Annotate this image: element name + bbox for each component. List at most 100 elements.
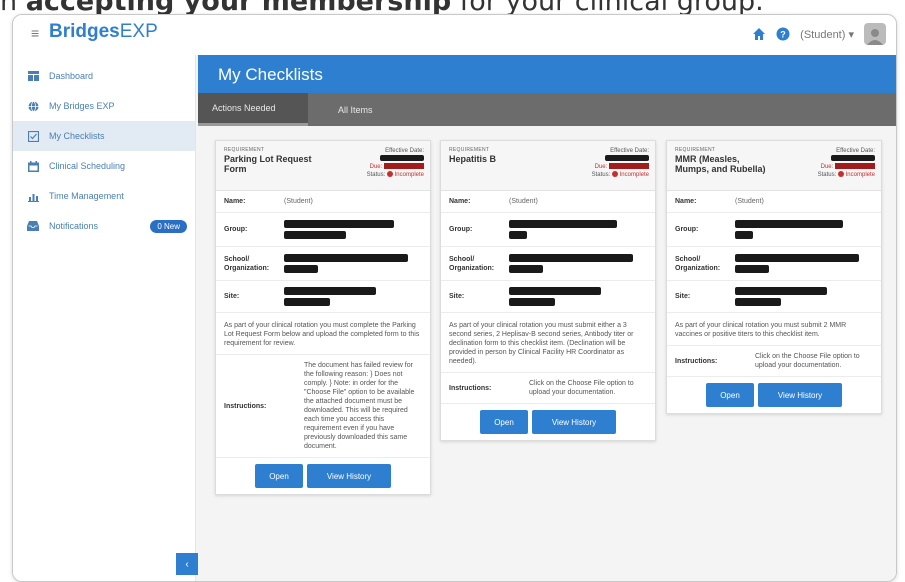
app-window: ≡ BridgesEXP ? (Student) ▾ Dashboard My … bbox=[12, 14, 897, 582]
card-header: REQUIREMENT MMR (Measles, Mumps, and Rub… bbox=[667, 141, 881, 191]
redacted-value bbox=[284, 220, 394, 228]
sidebar-item-label: My Bridges EXP bbox=[49, 101, 115, 111]
sidebar-item-clinical-scheduling[interactable]: Clinical Scheduling bbox=[13, 151, 195, 181]
checklist-content: REQUIREMENT Parking Lot Request Form Eff… bbox=[198, 126, 896, 581]
card-actions: Open View History bbox=[441, 404, 655, 440]
status-value: Incomplete bbox=[619, 172, 649, 178]
card-title: Hepatitis B bbox=[449, 154, 497, 164]
tab-actions-needed[interactable]: Actions Needed bbox=[198, 93, 308, 126]
tab-bar: Actions Needed All Items bbox=[198, 93, 896, 126]
sidebar-item-time-management[interactable]: Time Management bbox=[13, 181, 195, 211]
row-site: Site: bbox=[667, 281, 881, 313]
redacted-value bbox=[380, 155, 424, 162]
card-actions: Open View History bbox=[667, 377, 881, 413]
help-icon[interactable]: ? bbox=[776, 27, 790, 41]
card-description: As part of your clinical rotation you mu… bbox=[441, 313, 655, 373]
card-instructions: Instructions: The document has failed rev… bbox=[216, 355, 430, 458]
open-button[interactable]: Open bbox=[255, 464, 303, 488]
card-instructions: Instructions: Click on the Choose File op… bbox=[667, 346, 881, 377]
row-group: Group: bbox=[216, 213, 430, 247]
sidebar-item-label: My Checklists bbox=[49, 131, 105, 141]
card-description: As part of your clinical rotation you mu… bbox=[667, 313, 881, 346]
user-menu[interactable]: (Student) ▾ bbox=[800, 28, 854, 41]
redacted-value bbox=[284, 287, 376, 295]
row-name: Name: (Student) bbox=[667, 191, 881, 213]
user-silhouette-icon bbox=[867, 29, 883, 45]
redacted-value bbox=[831, 155, 875, 162]
globe-icon bbox=[27, 100, 39, 112]
checklist-icon bbox=[27, 130, 39, 142]
redacted-value bbox=[605, 155, 649, 162]
view-history-button[interactable]: View History bbox=[307, 464, 391, 488]
sidebar-item-label: Notifications bbox=[49, 221, 99, 231]
card-meta: Effective Date: Due: Status: Incomplete bbox=[591, 148, 649, 178]
tab-all-items[interactable]: All Items bbox=[324, 93, 387, 126]
row-site: Site: bbox=[441, 281, 655, 313]
redacted-value bbox=[509, 265, 543, 273]
redacted-value bbox=[735, 254, 859, 262]
redacted-value bbox=[509, 220, 617, 228]
home-icon[interactable] bbox=[752, 27, 766, 41]
row-site: Site: bbox=[216, 281, 430, 313]
sidebar-item-label: Dashboard bbox=[49, 71, 94, 81]
row-group: Group: bbox=[441, 213, 655, 247]
avatar[interactable] bbox=[864, 23, 886, 45]
redacted-value bbox=[509, 254, 633, 262]
view-history-button[interactable]: View History bbox=[532, 410, 616, 434]
sidebar: Dashboard My Bridges EXP My Checklists C… bbox=[13, 55, 198, 581]
row-group: Group: bbox=[667, 213, 881, 247]
sidebar-item-dashboard[interactable]: Dashboard bbox=[13, 61, 195, 91]
redacted-value bbox=[384, 163, 424, 170]
view-history-button[interactable]: View History bbox=[758, 383, 842, 407]
sidebar-item-label: Time Management bbox=[49, 191, 124, 201]
redacted-value bbox=[284, 254, 408, 262]
row-school: School/ Organization: bbox=[216, 247, 430, 281]
redacted-value bbox=[735, 220, 843, 228]
redacted-value bbox=[284, 265, 318, 273]
redacted-value bbox=[509, 287, 601, 295]
calendar-icon bbox=[27, 160, 39, 172]
redacted-value bbox=[735, 287, 827, 295]
redacted-value bbox=[735, 298, 781, 306]
row-name: Name: (Student) bbox=[216, 191, 430, 213]
redacted-value bbox=[735, 231, 753, 239]
card-meta: Effective Date: Due: Status: Incomplete bbox=[366, 148, 424, 178]
status-dot-icon bbox=[386, 171, 393, 178]
dashboard-icon bbox=[27, 70, 39, 82]
sidebar-item-notifications[interactable]: Notifications 0 New bbox=[13, 211, 195, 241]
sidebar-item-my-checklists[interactable]: My Checklists bbox=[13, 121, 195, 151]
svg-text:?: ? bbox=[780, 30, 786, 40]
checklist-card: REQUIREMENT Hepatitis B Effective Date: … bbox=[440, 140, 656, 441]
redacted-value bbox=[284, 298, 330, 306]
status-dot-icon bbox=[837, 171, 844, 178]
card-title: Parking Lot Request Form bbox=[224, 154, 312, 174]
redacted-value bbox=[509, 298, 555, 306]
open-button[interactable]: Open bbox=[480, 410, 528, 434]
status-dot-icon bbox=[611, 171, 618, 178]
checklist-card: REQUIREMENT Parking Lot Request Form Eff… bbox=[215, 140, 431, 495]
card-header: REQUIREMENT Parking Lot Request Form Eff… bbox=[216, 141, 430, 191]
card-description: As part of your clinical rotation you mu… bbox=[216, 313, 430, 355]
page-title: My Checklists bbox=[218, 65, 323, 84]
collapse-sidebar-button[interactable]: ‹ bbox=[176, 553, 198, 575]
redacted-value bbox=[609, 163, 649, 170]
card-instructions: Instructions: Click on the Choose File op… bbox=[441, 373, 655, 404]
row-name: Name: (Student) bbox=[441, 191, 655, 213]
hamburger-icon[interactable]: ≡ bbox=[31, 25, 39, 41]
status-value: Incomplete bbox=[845, 172, 875, 178]
card-actions: Open View History bbox=[216, 458, 430, 494]
sidebar-item-my-bridges[interactable]: My Bridges EXP bbox=[13, 91, 195, 121]
page-header: My Checklists bbox=[198, 55, 896, 93]
open-button[interactable]: Open bbox=[706, 383, 754, 407]
redacted-value bbox=[509, 231, 527, 239]
redacted-value bbox=[735, 265, 769, 273]
sidebar-item-label: Clinical Scheduling bbox=[49, 161, 126, 171]
card-title: MMR (Measles, Mumps, and Rubella) bbox=[675, 154, 766, 174]
checklist-card: REQUIREMENT MMR (Measles, Mumps, and Rub… bbox=[666, 140, 882, 414]
chart-icon bbox=[27, 190, 39, 202]
row-school: School/ Organization: bbox=[441, 247, 655, 281]
logo[interactable]: BridgesEXP bbox=[49, 21, 158, 43]
card-header: REQUIREMENT Hepatitis B Effective Date: … bbox=[441, 141, 655, 191]
redacted-value bbox=[835, 163, 875, 170]
status-value: Incomplete bbox=[394, 172, 424, 178]
